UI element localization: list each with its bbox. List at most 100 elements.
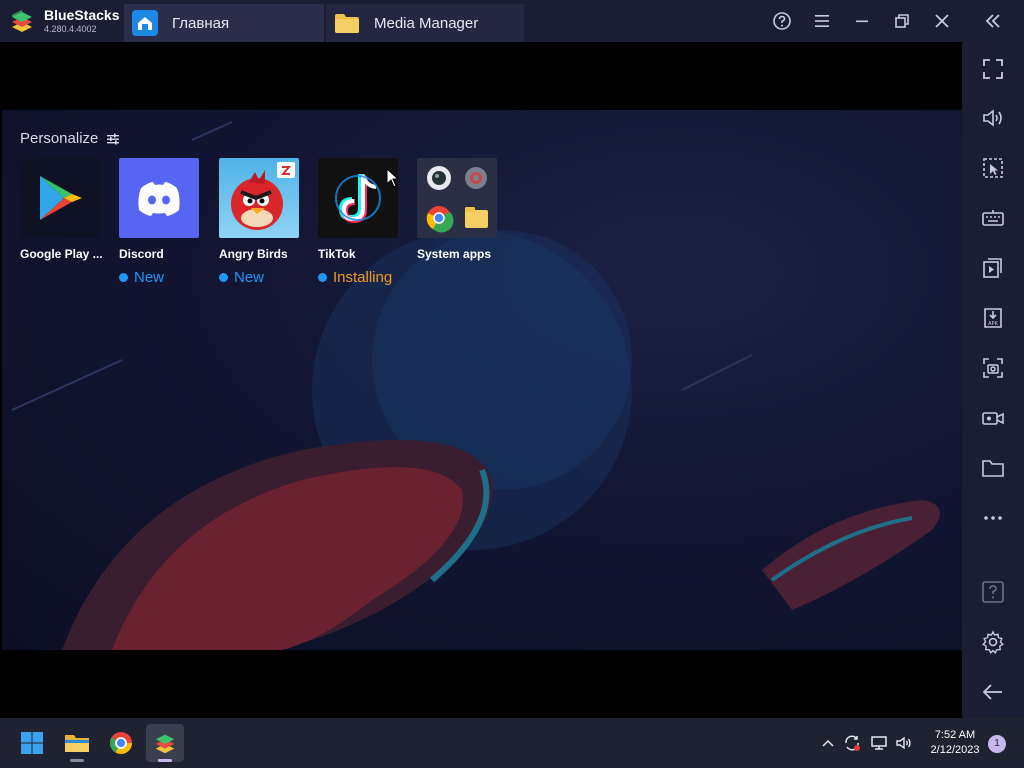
bluestacks-logo-icon (12, 10, 32, 32)
more-button[interactable] (978, 503, 1008, 533)
file-explorer-button[interactable] (58, 724, 96, 762)
menu-icon (815, 15, 829, 27)
settings-icon (982, 630, 1004, 654)
app-name: Angry Birds (219, 247, 288, 261)
home-icon (132, 10, 158, 36)
network-icon (871, 736, 887, 750)
volume-icon (983, 109, 1002, 127)
volume-button[interactable] (978, 103, 1008, 133)
back-icon (982, 684, 1002, 700)
screenshot-icon (983, 358, 1003, 378)
status-label: Installing (333, 269, 393, 286)
status-badge: New (219, 269, 301, 286)
restore-button[interactable] (882, 0, 922, 42)
record-video-button[interactable] (978, 403, 1008, 433)
app-discord[interactable]: Discord New (119, 158, 201, 286)
app-name: Discord (119, 247, 164, 261)
app-angry-birds[interactable]: Angry Birds New (219, 158, 301, 286)
help-icon (982, 581, 1004, 603)
status-dot (318, 273, 327, 282)
status-badge: New (119, 269, 201, 286)
clock-time: 7:52 AM (934, 729, 976, 741)
clock[interactable]: 7:52 AM 2/12/2023 (914, 728, 996, 758)
help-button[interactable] (762, 0, 802, 42)
brand: BlueStacks 4.280.4.4002 (0, 0, 124, 42)
tab-home[interactable]: Главная (124, 4, 324, 42)
show-hidden-icons-button[interactable] (818, 718, 838, 768)
menu-button[interactable] (802, 0, 842, 42)
app-name: Google Play ... (20, 247, 102, 261)
emulator-screen: Personalize Google Play ... Discord New … (0, 42, 962, 718)
minimize-icon (856, 20, 868, 23)
bluestacks-taskbar-button[interactable] (146, 724, 184, 762)
discord-icon (119, 158, 199, 238)
collapse-sidebar-button[interactable] (962, 0, 1024, 42)
status-badge: Installing (318, 269, 400, 286)
minimize-button[interactable] (842, 0, 882, 42)
sync-status-button[interactable] (841, 718, 863, 768)
tab-media-manager[interactable]: Media Manager (326, 4, 524, 42)
app-name: System apps (417, 247, 492, 261)
status-label: New (234, 269, 265, 286)
start-button[interactable] (13, 724, 51, 762)
help-button-sidebar[interactable] (978, 577, 1008, 607)
more-icon (984, 516, 1002, 520)
apk-install-icon: APK (984, 308, 1002, 328)
folder-icon (334, 10, 360, 36)
app-system-apps[interactable]: System apps (417, 158, 499, 261)
keyboard-icon (982, 210, 1004, 226)
media-button[interactable] (978, 253, 1008, 283)
chevron-up-icon (822, 739, 834, 747)
sync-icon (845, 735, 860, 751)
tab-media-manager-label: Media Manager (374, 14, 479, 32)
title-bar: BlueStacks 4.280.4.4002 Главная Media Ma… (0, 0, 1024, 42)
folder-icon (982, 460, 1004, 477)
bluestacks-icon (155, 734, 175, 754)
windows-start-icon (21, 732, 43, 754)
keyboard-button[interactable] (978, 203, 1008, 233)
app-name: TikTok (318, 247, 356, 261)
select-icon (983, 158, 1003, 178)
network-button[interactable] (868, 718, 890, 768)
angry-birds-icon (219, 158, 299, 238)
record-video-icon (982, 412, 1004, 425)
chrome-icon (110, 732, 132, 754)
media-icon (983, 258, 1002, 278)
status-dot (119, 273, 128, 282)
google-play-icon (20, 158, 100, 238)
close-icon (935, 14, 949, 28)
running-indicator (158, 759, 172, 762)
status-label: New (134, 269, 165, 286)
app-name: BlueStacks (44, 7, 120, 23)
volume-tray-button[interactable] (893, 718, 915, 768)
running-indicator (70, 759, 84, 762)
collapse-sidebar-icon (985, 14, 1000, 28)
taskbar: 7:52 AM 2/12/2023 (0, 718, 1024, 768)
restore-icon (895, 14, 909, 28)
svg-text:APK: APK (988, 321, 998, 327)
notification-badge[interactable]: 1 (988, 735, 1006, 753)
screenshot-button[interactable] (978, 353, 1008, 383)
app-google-play[interactable]: Google Play ... (20, 158, 102, 261)
app-version: 4.280.4.4002 (44, 24, 97, 34)
back-button[interactable] (978, 677, 1008, 707)
sliders-icon (107, 133, 120, 144)
chrome-button[interactable] (102, 724, 140, 762)
sidebar: APK (962, 42, 1024, 718)
folder-button[interactable] (978, 453, 1008, 483)
fullscreen-button[interactable] (978, 54, 1008, 84)
personalize-header[interactable]: Personalize (20, 130, 120, 147)
clock-date: 2/12/2023 (930, 744, 980, 756)
system-apps-icon (417, 158, 497, 238)
mouse-cursor-icon (386, 168, 400, 188)
tab-home-label: Главная (172, 14, 230, 32)
close-button[interactable] (922, 0, 962, 42)
select-button[interactable] (978, 153, 1008, 183)
settings-button[interactable] (978, 627, 1008, 657)
help-icon (773, 12, 791, 30)
home-screen: Personalize Google Play ... Discord New … (2, 110, 962, 650)
apk-install-button[interactable]: APK (978, 303, 1008, 333)
file-explorer-icon (65, 735, 89, 752)
personalize-label: Personalize (20, 130, 99, 147)
fullscreen-icon (983, 59, 1003, 79)
